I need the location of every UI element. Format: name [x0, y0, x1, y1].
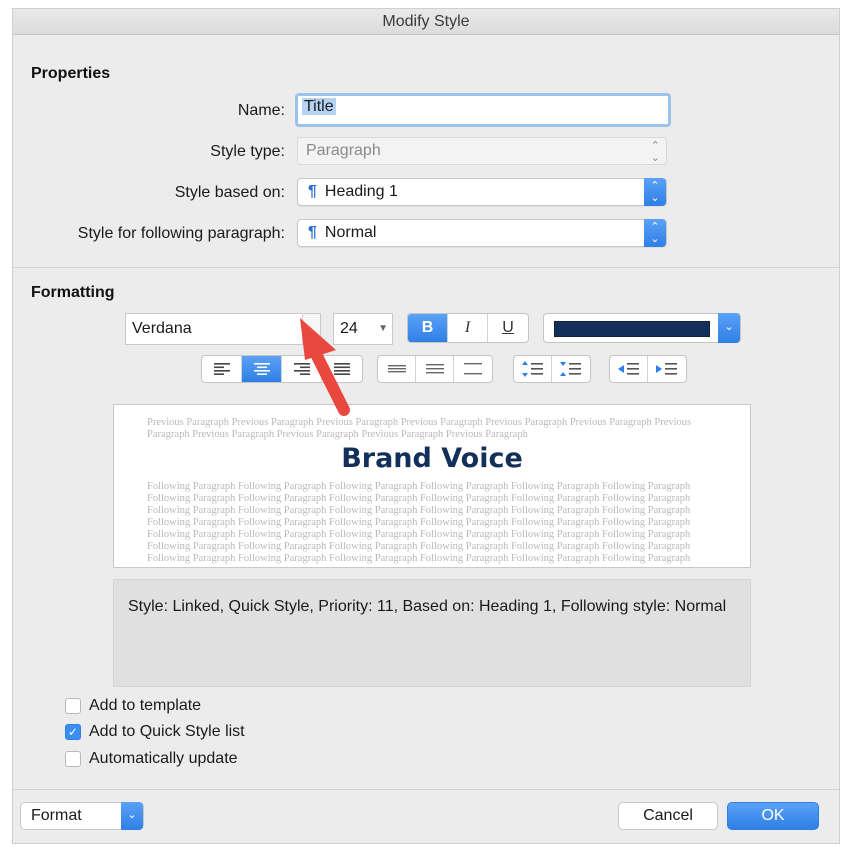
single-spacing-icon [387, 365, 406, 373]
font-size-value: 24 [340, 320, 358, 337]
following-value: Normal [324, 224, 377, 241]
name-label: Name: [237, 102, 285, 119]
align-left-icon [213, 363, 230, 375]
updown-chevron-icon: ⌃ ⌄ [644, 178, 666, 206]
based-on-value: Heading 1 [324, 183, 398, 200]
line-spacing-group [377, 355, 493, 383]
add-to-template-option[interactable]: Add to template [65, 697, 201, 715]
indent-group [609, 355, 687, 383]
increase-paragraph-spacing-button[interactable] [514, 356, 552, 382]
format-label: Format [31, 807, 82, 824]
auto-update-checkbox[interactable] [65, 751, 81, 767]
increase-spacing-icon [521, 361, 543, 377]
name-field[interactable]: Title [295, 93, 671, 127]
chevron-down-icon: ⌄ [121, 802, 143, 830]
ok-button[interactable]: OK [727, 802, 819, 830]
style-type-popup: Paragraph ⌃ ⌄ [297, 137, 667, 165]
alignment-group [201, 355, 363, 383]
bold-button[interactable]: B [408, 314, 448, 342]
properties-heading: Properties [31, 65, 111, 82]
based-on-popup[interactable]: ¶ Heading 1 ⌃ ⌄ [297, 178, 667, 206]
add-to-quick-style-checkbox[interactable]: ✓ [65, 724, 81, 740]
auto-update-option[interactable]: Automatically update [65, 750, 238, 768]
auto-update-label: Automatically update [89, 750, 238, 767]
font-name-value: Verdana [132, 320, 192, 337]
chevron-down-icon: ⌄ [718, 313, 740, 343]
italic-button[interactable]: I [448, 314, 488, 342]
decrease-indent-icon [617, 363, 639, 375]
following-style-popup[interactable]: ¶ Normal ⌃ ⌄ [297, 219, 667, 247]
align-right-button[interactable] [282, 356, 322, 382]
updown-chevron-icon: ⌃ ⌄ [650, 140, 660, 164]
add-to-quick-style-option[interactable]: ✓ Add to Quick Style list [65, 723, 245, 741]
increase-indent-button[interactable] [648, 356, 686, 382]
modify-style-dialog: Modify Style Properties Name: Title Styl… [12, 8, 840, 844]
underline-button[interactable]: U [488, 314, 528, 342]
sample-text: Brand Voice [341, 443, 523, 474]
pilcrow-icon: ¶ [308, 224, 317, 241]
style-type-label: Style type: [210, 143, 285, 160]
text-style-group: B I U [407, 313, 529, 343]
section-divider [13, 267, 839, 268]
add-to-template-label: Add to template [89, 697, 202, 714]
one-half-spacing-button[interactable] [416, 356, 454, 382]
paragraph-spacing-group [513, 355, 591, 383]
font-name-combo[interactable]: Verdana [125, 313, 321, 345]
based-on-label: Style based on: [174, 184, 285, 201]
align-center-icon [253, 363, 270, 375]
style-preview-pane: Previous Paragraph Previous Paragraph Pr… [113, 404, 751, 568]
style-type-value: Paragraph [306, 142, 381, 159]
font-color-popup[interactable]: ⌄ [543, 313, 741, 343]
align-left-button[interactable] [202, 356, 242, 382]
align-right-icon [293, 363, 310, 375]
decrease-spacing-icon [560, 362, 581, 376]
chevron-down-icon: ▼ [378, 323, 388, 334]
justify-icon [334, 363, 350, 375]
window-title: Modify Style [13, 9, 839, 35]
pilcrow-icon: ¶ [308, 183, 317, 200]
font-color-swatch [554, 321, 710, 337]
single-spacing-button[interactable] [378, 356, 416, 382]
add-to-template-checkbox[interactable] [65, 698, 81, 714]
justify-button[interactable] [322, 356, 362, 382]
updown-chevron-icon: ⌃ ⌄ [644, 219, 666, 247]
format-popup-button[interactable]: Format ⌄ [20, 802, 144, 830]
previous-paragraph-text: Previous Paragraph Previous Paragraph Pr… [147, 417, 692, 440]
following-paragraph-text: Following Paragraph Following Paragraph … [147, 481, 691, 564]
font-size-combo[interactable]: 24 ▼ [333, 313, 393, 345]
cancel-button[interactable]: Cancel [618, 802, 718, 830]
footer-divider [13, 789, 839, 790]
increase-indent-icon [656, 363, 677, 375]
double-spacing-button[interactable] [454, 356, 492, 382]
add-to-quick-style-label: Add to Quick Style list [89, 723, 245, 740]
align-center-button[interactable] [242, 356, 282, 382]
decrease-indent-button[interactable] [610, 356, 648, 382]
decrease-paragraph-spacing-button[interactable] [552, 356, 590, 382]
style-description: Style: Linked, Quick Style, Priority: 11… [113, 579, 751, 687]
checkmark-icon: ✓ [67, 725, 79, 739]
font-dropdown-button[interactable] [302, 314, 320, 344]
formatting-heading: Formatting [31, 284, 115, 301]
one-half-spacing-icon [425, 364, 444, 374]
name-field-value: Title [302, 98, 336, 115]
double-spacing-icon [464, 363, 482, 375]
following-label: Style for following paragraph: [77, 225, 285, 242]
